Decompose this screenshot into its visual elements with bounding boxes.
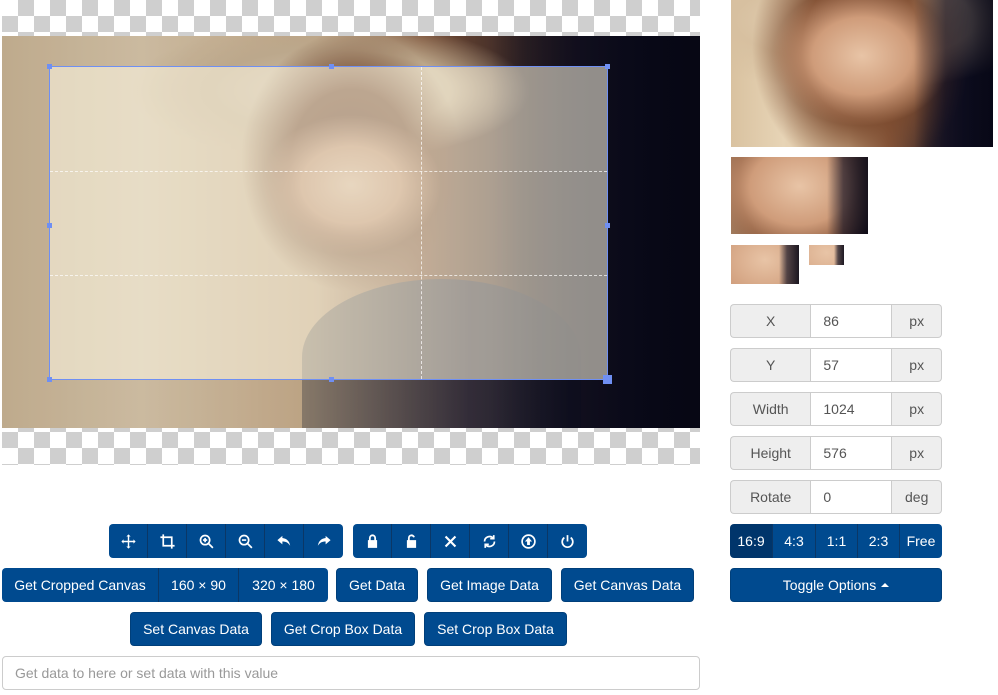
set-crop-box-data-button[interactable]: Set Crop Box Data bbox=[424, 612, 567, 646]
data-y-input[interactable] bbox=[810, 348, 893, 382]
get-crop-box-data-button[interactable]: Get Crop Box Data bbox=[271, 612, 415, 646]
toggle-options-label: Toggle Options bbox=[782, 577, 877, 593]
data-width-input[interactable] bbox=[810, 392, 893, 426]
crop-guide-v1 bbox=[420, 67, 422, 379]
preview-xsmall bbox=[809, 245, 844, 265]
cropped-canvas-320x180-button[interactable]: 320 × 180 bbox=[239, 568, 328, 602]
crop-handle-nw[interactable] bbox=[47, 64, 52, 69]
cropped-canvas-group: Get Cropped Canvas 160 × 90 320 × 180 bbox=[2, 568, 328, 602]
preview-large bbox=[731, 0, 993, 147]
cropped-canvas-160x90-button[interactable]: 160 × 90 bbox=[159, 568, 239, 602]
toolbar-group-transform bbox=[109, 524, 343, 558]
data-textarea[interactable] bbox=[2, 656, 700, 690]
crop-handle-sw[interactable] bbox=[47, 377, 52, 382]
set-canvas-data-button[interactable]: Set Canvas Data bbox=[130, 612, 262, 646]
data-x-unit: px bbox=[892, 304, 942, 338]
crop-handle-ne[interactable] bbox=[605, 64, 610, 69]
zoom-out-icon[interactable] bbox=[226, 524, 265, 558]
preview-image bbox=[731, 245, 799, 284]
unlock-icon[interactable] bbox=[392, 524, 431, 558]
data-width-group: Width px bbox=[730, 392, 942, 426]
preview-image bbox=[731, 0, 993, 147]
data-rotate-input[interactable] bbox=[810, 480, 893, 514]
get-data-button[interactable]: Get Data bbox=[336, 568, 418, 602]
data-height-label: Height bbox=[730, 436, 811, 470]
get-canvas-data-button[interactable]: Get Canvas Data bbox=[561, 568, 694, 602]
crop-handle-se[interactable] bbox=[603, 375, 612, 384]
data-y-label: Y bbox=[730, 348, 811, 382]
preview-image bbox=[731, 157, 868, 234]
preview-shadow bbox=[778, 245, 799, 284]
lock-icon[interactable] bbox=[353, 524, 392, 558]
data-width-unit: px bbox=[892, 392, 942, 426]
aspect-1-1-button[interactable]: 1:1 bbox=[816, 524, 858, 558]
aspect-4-3-button[interactable]: 4:3 bbox=[773, 524, 816, 558]
data-rotate-group: Rotate deg bbox=[730, 480, 942, 514]
data-rotate-unit: deg bbox=[892, 480, 942, 514]
crop-guide-h1 bbox=[50, 170, 607, 172]
data-y-group: Y px bbox=[730, 348, 942, 382]
crop-icon[interactable] bbox=[148, 524, 187, 558]
data-height-unit: px bbox=[892, 436, 942, 470]
aspect-16-9-button[interactable]: 16:9 bbox=[730, 524, 773, 558]
move-icon[interactable] bbox=[109, 524, 148, 558]
crop-box[interactable] bbox=[47, 64, 612, 384]
clear-icon[interactable] bbox=[431, 524, 470, 558]
get-cropped-canvas-button[interactable]: Get Cropped Canvas bbox=[2, 568, 159, 602]
cropper-canvas[interactable] bbox=[2, 0, 700, 465]
preview-shadow bbox=[914, 0, 993, 147]
destroy-icon[interactable] bbox=[548, 524, 587, 558]
crop-handle-s[interactable] bbox=[328, 377, 334, 382]
data-x-input[interactable] bbox=[810, 304, 893, 338]
crop-guide-h2 bbox=[50, 274, 607, 276]
preview-shadow bbox=[833, 245, 844, 265]
preview-shadow bbox=[826, 157, 868, 234]
zoom-in-icon[interactable] bbox=[187, 524, 226, 558]
reset-icon[interactable] bbox=[470, 524, 509, 558]
get-image-data-button[interactable]: Get Image Data bbox=[427, 568, 552, 602]
preview-medium bbox=[731, 157, 868, 234]
aspect-ratio-group: 16:9 4:3 1:1 2:3 Free bbox=[730, 524, 942, 558]
data-height-group: Height px bbox=[730, 436, 942, 470]
aspect-free-button[interactable]: Free bbox=[900, 524, 942, 558]
data-height-input[interactable] bbox=[810, 436, 893, 470]
preview-small bbox=[731, 245, 799, 284]
rotate-left-icon[interactable] bbox=[265, 524, 304, 558]
data-width-label: Width bbox=[730, 392, 811, 426]
crop-handle-w[interactable] bbox=[47, 223, 52, 228]
preview-image bbox=[809, 245, 844, 265]
rotate-right-icon[interactable] bbox=[304, 524, 343, 558]
data-rotate-label: Rotate bbox=[730, 480, 811, 514]
toolbar-group-actions bbox=[353, 524, 587, 558]
data-x-label: X bbox=[730, 304, 811, 338]
crop-handle-e[interactable] bbox=[605, 223, 610, 228]
upload-icon[interactable] bbox=[509, 524, 548, 558]
toggle-options-button[interactable]: Toggle Options bbox=[730, 568, 942, 602]
data-x-group: X px bbox=[730, 304, 942, 338]
caret-up-icon bbox=[881, 583, 890, 587]
data-y-unit: px bbox=[892, 348, 942, 382]
aspect-2-3-button[interactable]: 2:3 bbox=[858, 524, 900, 558]
crop-handle-n[interactable] bbox=[328, 64, 334, 69]
